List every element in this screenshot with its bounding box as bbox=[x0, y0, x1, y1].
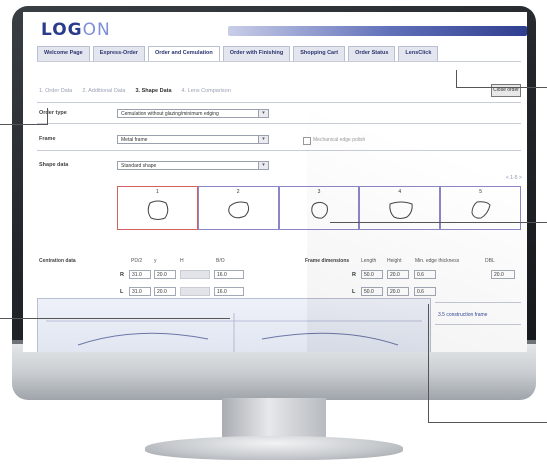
frame-l-min-edge[interactable]: 0.6 bbox=[414, 287, 436, 296]
col-dbl: DBL bbox=[485, 258, 495, 264]
step-additional-data[interactable]: 2. Additional Data bbox=[82, 88, 125, 94]
monitor-stand-base bbox=[145, 436, 403, 460]
shape-number: 4 bbox=[398, 189, 402, 195]
lens-shape-round-icon bbox=[310, 201, 328, 219]
frame-l-height[interactable]: 20.0 bbox=[387, 287, 409, 296]
tab-welcome-page[interactable]: Welcome Page bbox=[37, 46, 90, 62]
shape-data-label: Shape data bbox=[39, 162, 69, 168]
frame-r-height[interactable]: 20.0 bbox=[387, 270, 409, 279]
shape-option-3[interactable]: 3 bbox=[278, 186, 360, 230]
monitor-stand-neck bbox=[222, 398, 326, 440]
step-breadcrumb: 1. Order Data 2. Additional Data 3. Shap… bbox=[39, 88, 231, 94]
shape-gallery: 1 2 3 4 5 bbox=[117, 186, 521, 230]
callout-line-close bbox=[456, 70, 457, 88]
tab-express-order[interactable]: Express-Order bbox=[92, 46, 145, 62]
callout-line-order-type bbox=[47, 108, 48, 125]
centration-r-bo[interactable]: 16.0 bbox=[214, 270, 244, 279]
frame-label: Frame bbox=[39, 136, 56, 142]
shape-option-2[interactable]: 2 bbox=[197, 186, 279, 230]
lens-shape-oval-icon bbox=[228, 201, 249, 219]
tab-order-with-finishing[interactable]: Order with Finishing bbox=[222, 46, 291, 62]
centration-l-pd2[interactable]: 31.0 bbox=[129, 287, 151, 296]
monitor-screen: LOGON Welcome Page Express-Order Order a… bbox=[23, 12, 527, 352]
frame-dbl[interactable]: 20.0 bbox=[491, 270, 515, 279]
col-h: H bbox=[180, 258, 184, 264]
lens-shape-teardrop-icon bbox=[471, 201, 491, 219]
tab-order-status[interactable]: Order Status bbox=[348, 46, 396, 62]
tab-order-and-cemulation[interactable]: Order and Cemulation bbox=[147, 46, 220, 62]
construction-frame-link[interactable]: 3.5 construction frame bbox=[438, 312, 487, 318]
callout-line-side-links bbox=[428, 304, 429, 423]
row-divider bbox=[37, 150, 521, 151]
frame-l-length[interactable]: 50.0 bbox=[361, 287, 383, 296]
chevron-down-icon: ▾ bbox=[258, 110, 268, 117]
frame-r-min-edge[interactable]: 0.6 bbox=[414, 270, 436, 279]
lens-preview-panel bbox=[37, 298, 431, 352]
shape-data-value: Standard shape bbox=[121, 163, 157, 169]
frame-dimensions-label: Frame dimensions bbox=[305, 258, 350, 264]
callout-line-order-type bbox=[0, 124, 48, 125]
step-order-data[interactable]: 1. Order Data bbox=[39, 88, 72, 94]
shape-option-5[interactable]: 5 bbox=[440, 186, 521, 230]
steps-divider bbox=[37, 102, 521, 103]
nav-divider bbox=[37, 61, 521, 62]
frame-value: Metal frame bbox=[121, 137, 148, 143]
chevron-down-icon: ▾ bbox=[258, 136, 268, 143]
shape-number: 1 bbox=[156, 189, 159, 195]
shape-option-4[interactable]: 4 bbox=[359, 186, 441, 230]
shape-option-1[interactable]: 1 bbox=[117, 186, 198, 230]
shape-data-select[interactable]: Standard shape ▾ bbox=[117, 161, 269, 170]
header-bar bbox=[228, 26, 527, 36]
lens-shape-rounded-square-icon bbox=[147, 200, 169, 220]
order-type-select[interactable]: Cemulation without glazing/minimum edgin… bbox=[117, 109, 269, 118]
tab-lensclick[interactable]: LensClick bbox=[398, 46, 439, 62]
callout-line-side-links bbox=[428, 422, 547, 423]
side-divider bbox=[435, 302, 521, 303]
col-y: y bbox=[154, 258, 157, 264]
col-pd2: PD/2 bbox=[131, 258, 143, 264]
centration-r-h bbox=[180, 270, 210, 279]
row-divider bbox=[37, 123, 521, 124]
frame-select[interactable]: Metal frame ▾ bbox=[117, 135, 269, 144]
lens-profile-icon bbox=[46, 313, 422, 352]
close-order-button[interactable]: Close order bbox=[491, 84, 521, 97]
centration-l-bo[interactable]: 16.0 bbox=[214, 287, 244, 296]
step-lens-comparison[interactable]: 4. Lens Comparison bbox=[182, 88, 231, 94]
shape-number: 5 bbox=[479, 189, 482, 195]
row-right-label: R bbox=[120, 272, 124, 278]
callout-line-shapes bbox=[330, 222, 547, 223]
mechanical-edge-polish-label: Mechanical edge polish bbox=[313, 137, 366, 143]
logo: LOGON bbox=[41, 20, 111, 40]
row-right-label: R bbox=[352, 272, 356, 278]
chevron-down-icon: ▾ bbox=[258, 162, 268, 169]
app-header: LOGON bbox=[23, 12, 527, 44]
frame-r-length[interactable]: 50.0 bbox=[361, 270, 383, 279]
callout-line-preview bbox=[0, 318, 230, 319]
col-min-edge-thickness: Min. edge thickness bbox=[415, 258, 460, 264]
centration-r-y[interactable]: 20.0 bbox=[154, 270, 176, 279]
side-divider bbox=[435, 324, 521, 325]
centration-l-h bbox=[180, 287, 210, 296]
centration-l-y[interactable]: 20.0 bbox=[154, 287, 176, 296]
col-bo: B/O bbox=[216, 258, 225, 264]
lens-shape-wide-icon bbox=[389, 201, 414, 219]
mechanical-edge-polish-checkbox[interactable] bbox=[303, 137, 311, 145]
shape-pager[interactable]: < 1-5 > bbox=[506, 175, 522, 181]
centration-data-label: Centration data bbox=[39, 258, 76, 264]
shape-number: 2 bbox=[236, 189, 240, 195]
row-left-label: L bbox=[352, 289, 356, 295]
col-length: Length bbox=[361, 258, 377, 264]
shape-number: 3 bbox=[317, 189, 321, 195]
col-height: Height bbox=[387, 258, 402, 264]
step-shape-data[interactable]: 3. Shape Data bbox=[135, 88, 171, 94]
row-left-label: L bbox=[120, 289, 124, 295]
tab-shopping-cart[interactable]: Shopping Cart bbox=[293, 46, 346, 62]
main-nav: Welcome Page Express-Order Order and Cem… bbox=[37, 46, 439, 62]
centration-r-pd2[interactable]: 31.0 bbox=[129, 270, 151, 279]
order-type-value: Cemulation without glazing/minimum edgin… bbox=[121, 111, 219, 117]
callout-line-close bbox=[456, 87, 547, 88]
order-type-label: Order type bbox=[39, 110, 67, 116]
